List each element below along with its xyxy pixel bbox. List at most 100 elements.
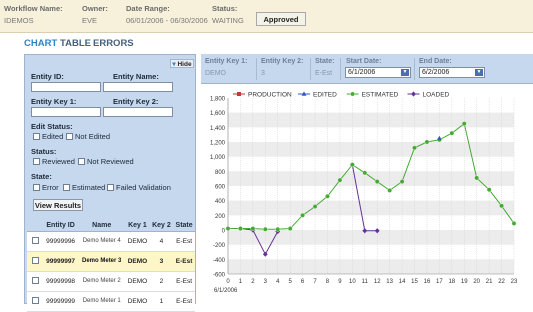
y-tick-label: 1,800 xyxy=(210,97,226,103)
data-point xyxy=(312,204,318,209)
not-edited-option[interactable]: Not Edited xyxy=(66,132,110,141)
workflow-name-label: Workflow Name: xyxy=(4,4,63,13)
data-point xyxy=(411,91,416,97)
estimated-option[interactable]: Estimated xyxy=(63,183,105,192)
tab-chart[interactable]: CHART xyxy=(24,38,57,49)
table-row[interactable]: 99999998 Demo Meter 2 DEMO 2 E-Est xyxy=(27,271,195,292)
view-results-button[interactable]: View Results xyxy=(33,199,83,211)
dropdown-arrow-icon[interactable]: ▼ xyxy=(475,69,483,76)
name-cell: Demo Meter 3 xyxy=(78,251,126,272)
dropdown-arrow-icon[interactable]: ▼ xyxy=(401,69,409,76)
detail-key1-label: Entity Key 1: xyxy=(205,58,248,65)
end-date-label: End Date: xyxy=(419,58,452,65)
y-tick-label: 1,400 xyxy=(210,126,226,132)
data-point xyxy=(412,145,417,151)
reviewed-checkbox[interactable] xyxy=(33,158,40,165)
y-tick-label: 200 xyxy=(215,214,226,220)
status-field: Status: WAITING xyxy=(212,4,244,25)
reviewed-label: Reviewed xyxy=(42,157,75,166)
column-header[interactable]: Name xyxy=(78,219,126,232)
column-header[interactable]: Key 1 xyxy=(125,219,150,232)
entity-key2-label: Entity Key 2: xyxy=(113,97,159,106)
row-select-cell[interactable] xyxy=(27,251,43,272)
workflow-header: Workflow Name: IDEMOS Owner: EVE Date Ra… xyxy=(0,0,533,33)
data-point xyxy=(461,121,467,127)
filter-panel: ▾ Hide Entity ID: Entity Name: Entity Ke… xyxy=(24,54,196,312)
tab-table[interactable]: TABLE xyxy=(60,38,91,49)
row-checkbox[interactable] xyxy=(31,277,39,284)
end-date-field: End Date: xyxy=(419,58,452,65)
entity-key2-input[interactable] xyxy=(103,107,173,117)
edited-option[interactable]: Edited xyxy=(33,132,63,141)
date-range-label: Date Range: xyxy=(126,4,170,13)
row-checkbox[interactable] xyxy=(31,297,39,304)
detail-state-value: E-Est xyxy=(315,70,333,77)
failed-validation-checkbox[interactable] xyxy=(107,184,114,191)
row-checkbox[interactable] xyxy=(31,257,39,264)
data-point xyxy=(262,226,268,232)
start-date-select[interactable]: 6/1/2006 ▼ xyxy=(345,67,411,78)
row-select-cell[interactable] xyxy=(27,231,43,252)
end-date-select[interactable]: 6/2/2006 ▼ xyxy=(419,67,485,78)
divider xyxy=(310,58,311,80)
not-edited-label: Not Edited xyxy=(75,132,111,141)
detail-state-field: State: E-Est xyxy=(315,58,334,77)
chart-svg: 1,8001,6001,4001,2001,0008006004002000-2… xyxy=(210,91,518,294)
table-row[interactable]: 99999997 Demo Meter 3 DEMO 3 E-Est xyxy=(27,251,195,272)
error-label: Error xyxy=(42,183,59,192)
end-date-value: 6/2/2006 xyxy=(422,69,450,76)
key2-cell: 4 xyxy=(149,231,174,252)
y-tick-label: 1,600 xyxy=(210,111,226,117)
data-point xyxy=(337,177,343,183)
entity-name-input[interactable] xyxy=(103,82,173,92)
row-checkbox[interactable] xyxy=(31,237,39,244)
estimated-label: Estimated xyxy=(72,183,106,192)
error-checkbox[interactable] xyxy=(33,184,40,191)
table-row[interactable]: 99999996 Demo Meter 4 DEMO 4 E-Est xyxy=(27,231,195,252)
estimated-checkbox[interactable] xyxy=(63,184,70,191)
entity-id-input[interactable] xyxy=(31,82,101,92)
table-header-row: Entity ID Name Key 1 Key 2 State xyxy=(27,219,195,232)
key1-cell: DEMO xyxy=(125,251,150,272)
not-reviewed-checkbox[interactable] xyxy=(78,158,85,165)
y-tick-label: -400 xyxy=(213,258,226,264)
not-edited-checkbox[interactable] xyxy=(66,133,73,140)
x-tick-label: 4 xyxy=(276,279,280,285)
detail-key2-label: Entity Key 2: xyxy=(261,58,304,65)
start-date-field: Start Date: xyxy=(346,58,381,65)
legend-label: LOADED xyxy=(423,92,450,99)
entity-id-cell: 99999998 xyxy=(43,271,79,292)
name-cell: Demo Meter 2 xyxy=(78,271,126,292)
failed-validation-option[interactable]: Failed Validation xyxy=(107,183,171,192)
error-option[interactable]: Error xyxy=(33,183,59,192)
hide-button[interactable]: ▾ Hide xyxy=(170,59,194,68)
date-range-field: Date Range: 06/01/2006 - 06/30/2006 xyxy=(126,4,208,25)
column-header[interactable]: State xyxy=(173,219,195,232)
data-point xyxy=(250,226,256,231)
tab-errors[interactable]: ERRORS xyxy=(93,38,134,49)
x-tick-label: 0 xyxy=(226,279,230,285)
edited-checkbox[interactable] xyxy=(33,133,40,140)
y-tick-label: 1,000 xyxy=(210,155,226,161)
reviewed-option[interactable]: Reviewed xyxy=(33,157,75,166)
key1-cell: DEMO xyxy=(125,271,150,292)
approved-button[interactable]: Approved xyxy=(256,12,306,26)
column-header[interactable]: Entity ID xyxy=(43,219,79,232)
edited-label: Edited xyxy=(42,132,64,141)
detail-key1-field: Entity Key 1: DEMO xyxy=(205,58,247,77)
row-select-cell[interactable] xyxy=(27,271,43,292)
data-point xyxy=(424,139,430,145)
grid-band xyxy=(228,171,514,186)
x-tick-label: 8 xyxy=(326,279,330,285)
not-reviewed-option[interactable]: Not Reviewed xyxy=(78,157,134,166)
entity-key1-input[interactable] xyxy=(31,107,101,117)
state-filter-label: State: xyxy=(31,172,52,181)
data-point xyxy=(275,226,281,232)
detail-key2-value: 3 xyxy=(261,70,265,77)
x-tick-label: 14 xyxy=(399,279,406,285)
data-point xyxy=(449,130,455,136)
status-label: Status: xyxy=(212,4,238,13)
x-tick-label: 10 xyxy=(349,279,356,285)
column-header[interactable]: Key 2 xyxy=(149,219,174,232)
y-tick-label: -200 xyxy=(213,243,226,249)
